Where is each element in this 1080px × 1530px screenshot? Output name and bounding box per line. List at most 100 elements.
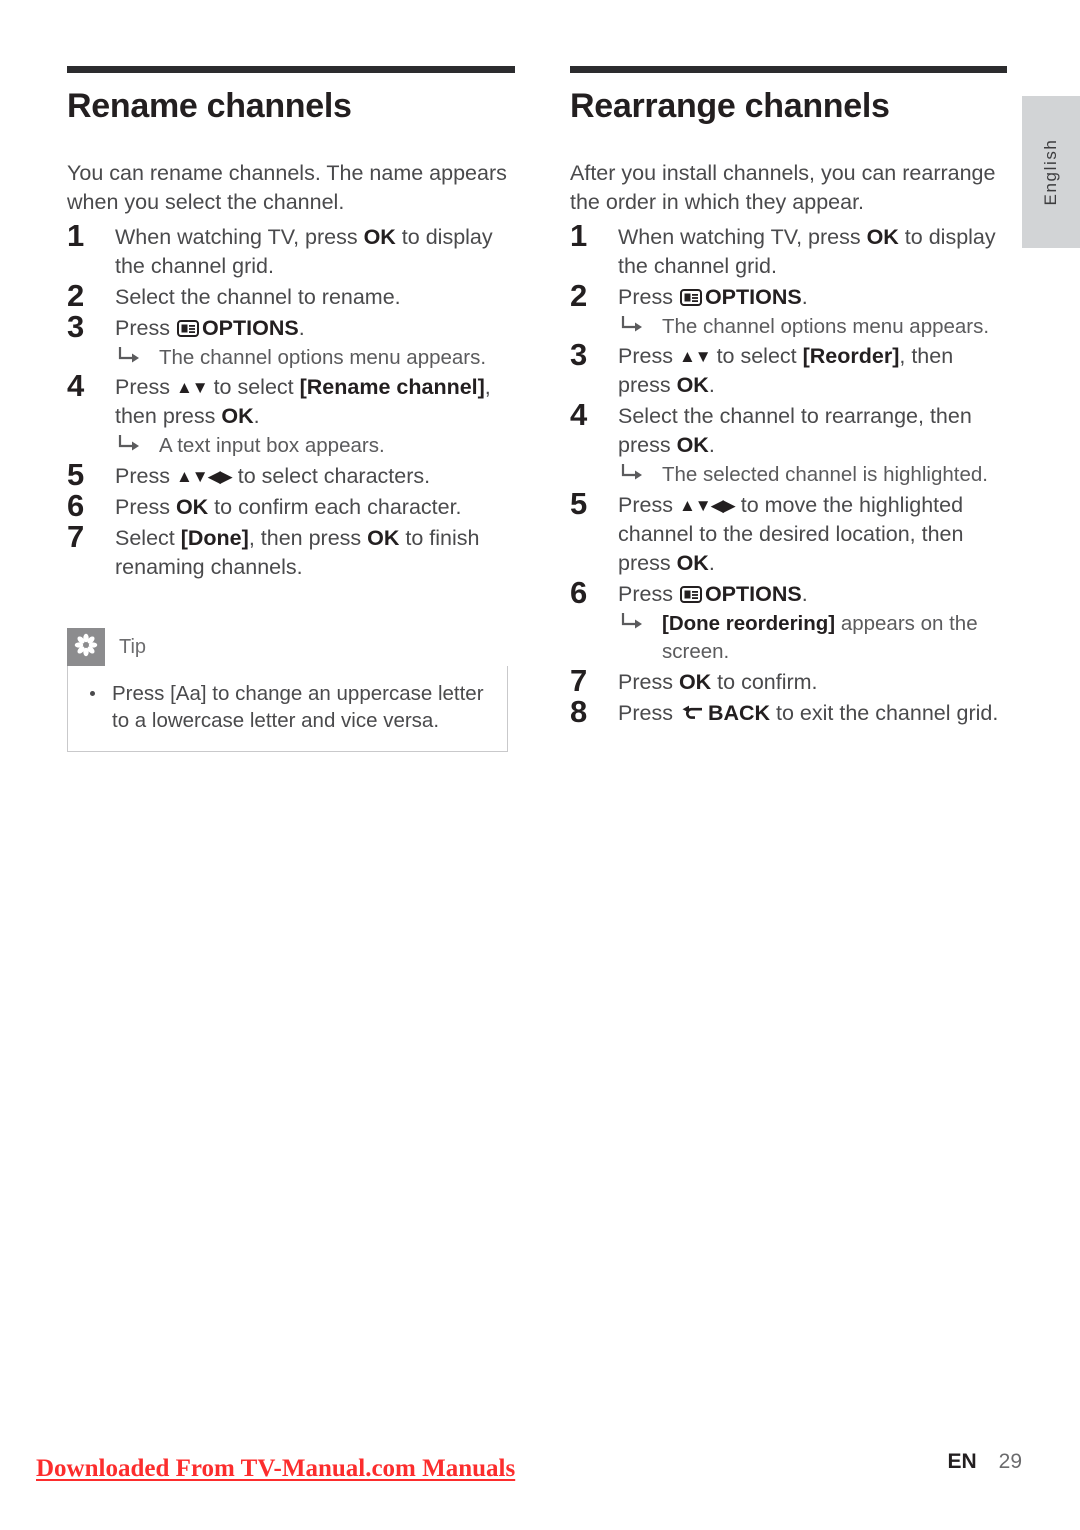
key-label-ok: OK	[676, 433, 709, 458]
step-text: Press OK to confirm each character.	[115, 495, 462, 519]
step-number: 1	[67, 217, 85, 253]
step-text: Press OK to confirm.	[618, 670, 818, 694]
step-text-part: to exit the channel grid.	[770, 700, 999, 725]
step-result: A text input box appears.	[115, 432, 515, 460]
step-text: When watching TV, press OK to display th…	[115, 225, 493, 278]
key-label-options: OPTIONS	[704, 284, 802, 309]
downloaded-from-link[interactable]: Downloaded From TV-Manual.com Manuals	[36, 1455, 515, 1483]
step-text-part: Press	[115, 375, 176, 400]
page-number: 29	[998, 1450, 1022, 1473]
options-icon	[679, 582, 702, 604]
step-text-part: .	[708, 373, 715, 398]
list-item: 1 When watching TV, press OK to display …	[570, 218, 1007, 281]
tip-box: Tip Press [Aa] to change an uppercase le…	[67, 628, 508, 752]
key-label-ok: OK	[866, 224, 899, 249]
tip-body: Press [Aa] to change an uppercase letter…	[67, 666, 508, 752]
language-side-tab-label: English	[1041, 138, 1060, 206]
result-arrow-icon	[620, 611, 646, 633]
result-arrow-icon	[620, 462, 646, 484]
step-text-part: to select	[207, 375, 300, 400]
step-text-part: .	[801, 284, 808, 309]
result-arrow-icon	[117, 345, 143, 367]
step-text: Press ▲▼◀▶ to select characters.	[115, 464, 430, 488]
step-number: 5	[570, 486, 588, 522]
step-text-part: Press	[618, 493, 679, 518]
key-label-ok: OK	[676, 373, 709, 398]
step-number: 4	[67, 368, 85, 404]
step-text: Press ▲▼◀▶ to move the highlighted chann…	[618, 493, 963, 575]
step-number: 8	[570, 693, 588, 729]
right-steps-list: 1 When watching TV, press OK to display …	[570, 218, 1007, 729]
left-steps-list: 1 When watching TV, press OK to display …	[67, 218, 515, 583]
step-text-part: .	[801, 582, 808, 607]
step-text: Press OPTIONS. The channel options menu …	[618, 285, 1007, 341]
left-intro-paragraph: You can rename channels. The name appear…	[67, 161, 507, 214]
step-text-part: to confirm.	[711, 669, 818, 694]
list-item: 2 Select the channel to rename.	[67, 278, 515, 313]
list-item: 5 Press ▲▼◀▶ to select characters.	[67, 457, 515, 492]
step-result: The selected channel is highlighted.	[618, 461, 1007, 489]
list-item: 7 Select [Done], then press OK to finish…	[67, 519, 515, 582]
bullet-icon	[90, 691, 95, 696]
step-text: Press ▲▼ to select [Reorder], then press…	[618, 344, 953, 397]
step-text-part: When watching TV, press	[618, 224, 867, 249]
step-result: The channel options menu appears.	[115, 344, 515, 372]
list-item: 5 Press ▲▼◀▶ to move the highlighted cha…	[570, 486, 1007, 578]
key-label-options: OPTIONS	[704, 582, 802, 607]
step-text: Select the channel to rearrange, then pr…	[618, 404, 1007, 489]
step-text-part: to select	[710, 344, 803, 369]
list-item: 1 When watching TV, press OK to display …	[67, 218, 515, 281]
step-text-part: .	[298, 315, 305, 340]
step-text: Select the channel to rename.	[115, 285, 401, 309]
key-label-ok: OK	[367, 526, 400, 551]
tip-header: Tip	[67, 628, 508, 666]
footer-language-code: EN	[947, 1450, 977, 1473]
step-text-part: Press	[618, 700, 679, 725]
step-text-part: Press	[618, 669, 679, 694]
step-number: 6	[570, 575, 588, 611]
navigation-arrows-icon: ▲▼	[175, 378, 209, 398]
key-label-ok: OK	[676, 551, 709, 576]
navigation-arrows-icon: ▲▼◀▶	[678, 496, 736, 516]
step-text-part: Press	[115, 315, 176, 340]
key-label-ok: OK	[175, 495, 209, 520]
step-text: Press OPTIONS. The channel options menu …	[115, 316, 515, 372]
list-item: 7 Press OK to confirm.	[570, 663, 1007, 698]
list-item: 3 Press ▲▼ to select [Reorder], then pre…	[570, 337, 1007, 400]
menu-option-label: [Done reordering]	[662, 612, 836, 636]
step-text-part: Press	[115, 464, 176, 489]
list-item: 4 Select the channel to rearrange, then …	[570, 397, 1007, 489]
list-item: 6 Press OK to confirm each character.	[67, 488, 515, 523]
step-number: 2	[570, 277, 588, 313]
language-side-tab: English	[1022, 96, 1080, 248]
key-label-ok: OK	[221, 404, 254, 429]
tip-text-part: Press	[112, 682, 171, 705]
step-text-part: .	[708, 551, 715, 576]
step-text-part: .	[253, 404, 260, 429]
left-section-title: Rename channels	[67, 87, 352, 125]
step-number: 7	[67, 519, 85, 555]
right-intro-paragraph: After you install channels, you can rear…	[570, 161, 996, 214]
result-text: The channel options menu appears.	[662, 314, 990, 338]
step-text-part: to select characters.	[231, 464, 431, 489]
step-number: 3	[67, 308, 85, 344]
step-text-part: When watching TV, press	[115, 224, 364, 249]
right-section-title: Rearrange channels	[570, 87, 890, 125]
step-number: 4	[570, 397, 588, 433]
asterisk-flower-icon	[74, 633, 98, 662]
tip-title: Tip	[119, 635, 147, 658]
menu-option-label: [Done]	[180, 526, 249, 551]
step-text-part: Press	[618, 344, 679, 369]
key-label-options: OPTIONS	[201, 315, 299, 340]
menu-option-label: [Rename channel]	[299, 375, 485, 400]
list-item: 4 Press ▲▼ to select [Rename channel], t…	[67, 368, 515, 460]
result-text: The selected channel is highlighted.	[662, 463, 988, 487]
key-label-ok: OK	[678, 669, 712, 694]
step-result: The channel options menu appears.	[618, 313, 1007, 341]
left-column: Rename channels You can rename channels.…	[67, 66, 515, 584]
right-column-rule	[570, 66, 1007, 73]
navigation-arrows-icon: ▲▼	[678, 347, 712, 367]
result-text: A text input box appears.	[159, 434, 385, 458]
step-text: Press OPTIONS. [Done reordering] appears…	[618, 582, 1007, 665]
result-arrow-icon	[620, 314, 646, 336]
